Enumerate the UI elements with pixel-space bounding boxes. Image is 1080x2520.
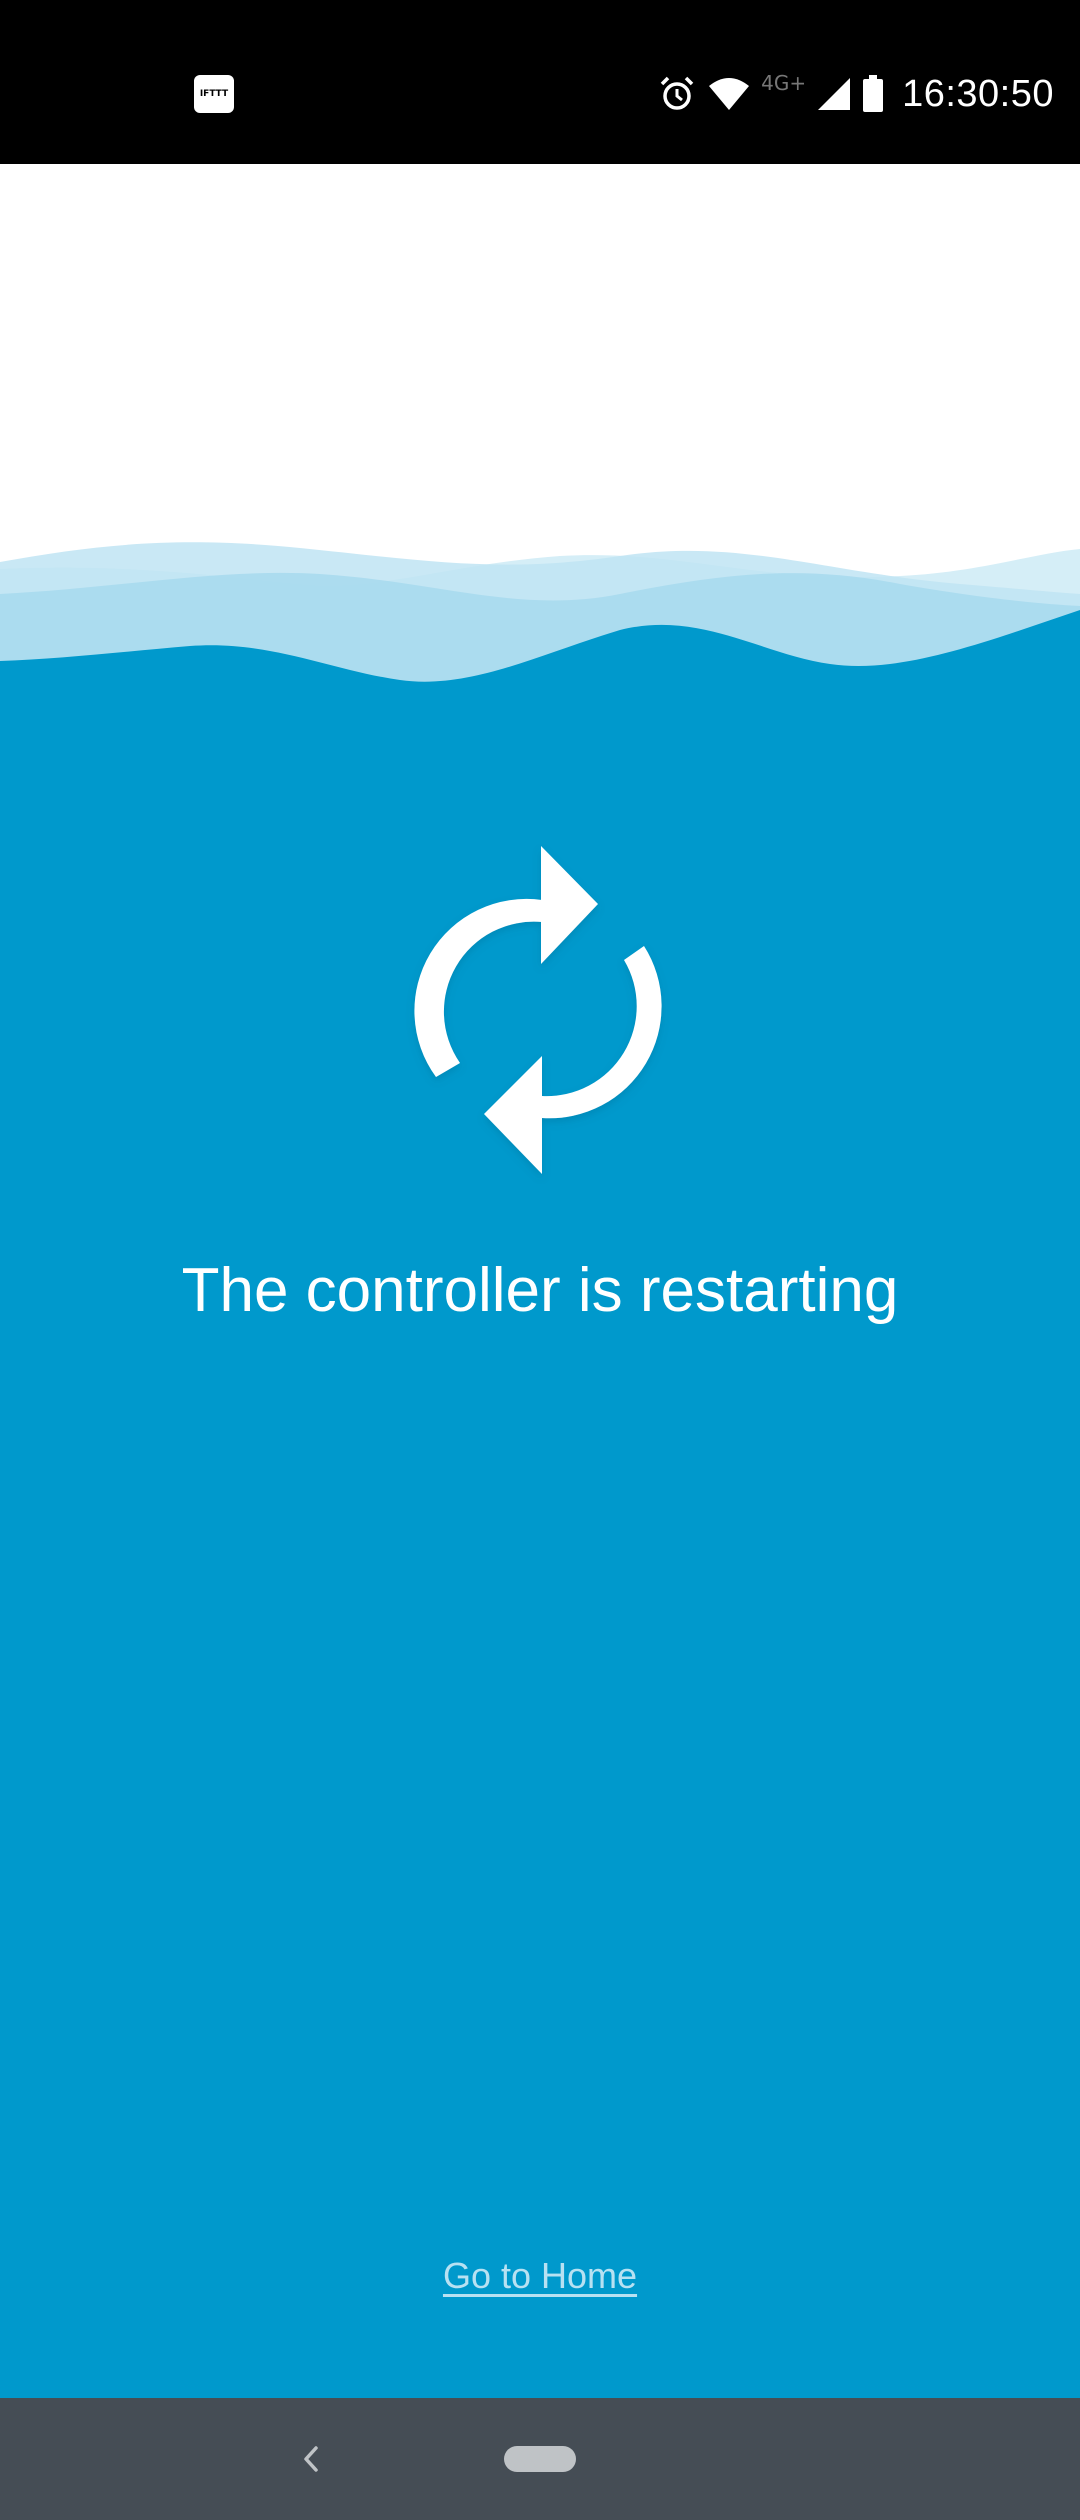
alarm-icon <box>660 76 694 110</box>
wave-decoration <box>0 542 1080 704</box>
clock: 16:30:50 <box>902 72 1054 115</box>
network-type-label: 4G+ <box>761 71 807 95</box>
home-pill-icon[interactable] <box>504 2446 576 2472</box>
navigation-bar <box>0 2398 1080 2520</box>
ifttt-app-icon: IFTTT <box>194 75 234 113</box>
status-bar: IFTTT 4G+ 16:30:50 <box>0 0 1080 164</box>
refresh-icon <box>414 846 662 1174</box>
battery-icon <box>863 75 884 112</box>
back-icon[interactable] <box>290 2434 330 2484</box>
cell-signal-icon <box>818 78 851 110</box>
wifi-icon <box>709 78 750 110</box>
restart-status-title: The controller is restarting <box>181 1256 899 1325</box>
status-icons: 4G+ 16:30:50 <box>657 66 1054 122</box>
ifttt-app-icon-label: IFTTT <box>199 89 229 99</box>
go-to-home-link[interactable]: Go to Home <box>0 2255 1080 2297</box>
